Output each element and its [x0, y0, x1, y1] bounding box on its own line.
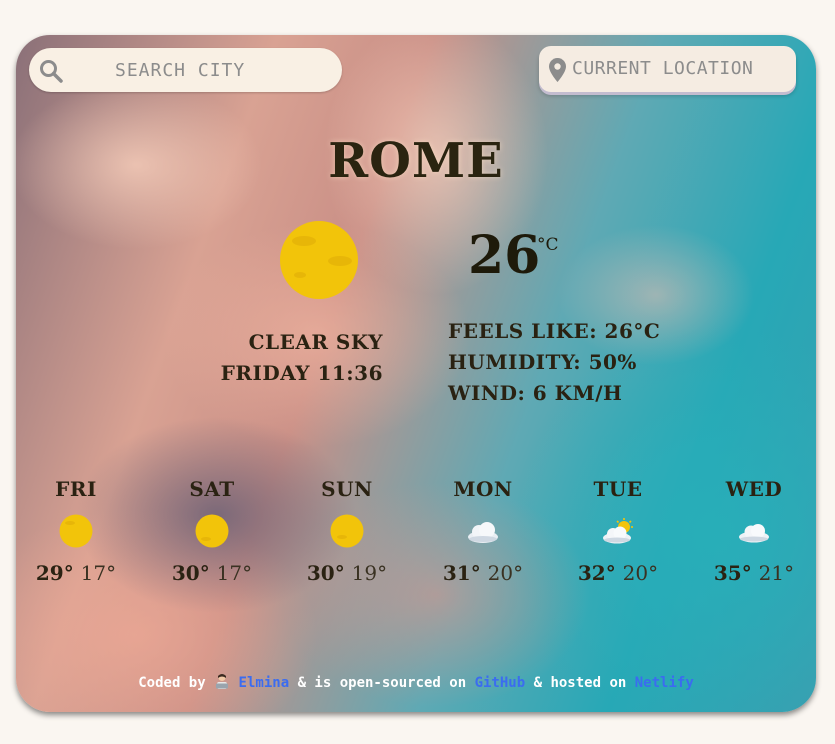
forecast-min: 17° — [80, 561, 117, 585]
location-pin-icon — [549, 58, 566, 82]
forecast-day: WED 35° 21° — [699, 477, 809, 585]
search-bar[interactable]: SEARCH CITY — [29, 48, 342, 92]
date-time: FRIDAY 11:36 — [220, 361, 383, 385]
forecast-temps: 30° 17° — [157, 561, 267, 585]
forecast-day-name: FRI — [55, 477, 97, 501]
forecast-max: 35° — [713, 561, 752, 585]
search-input[interactable]: SEARCH CITY — [115, 60, 245, 81]
sun-icon — [59, 514, 93, 548]
forecast-temps: 30° 19° — [292, 561, 402, 585]
forecast-max: 30° — [171, 561, 210, 585]
forecast-day-name: MON — [453, 477, 513, 501]
weather-summary: CLEAR SKY FRIDAY 11:36 — [221, 327, 383, 389]
sun-icon — [330, 514, 364, 548]
weather-description: CLEAR SKY — [248, 330, 383, 354]
forecast-day-name: SAT — [189, 477, 235, 501]
cloud-icon — [739, 524, 769, 543]
forecast-max: 29° — [35, 561, 74, 585]
github-link[interactable]: GitHub — [475, 675, 526, 691]
search-icon[interactable] — [39, 59, 63, 83]
city-name: ROME — [328, 133, 504, 189]
footer-suffix: & hosted on — [533, 675, 627, 691]
forecast-day-name: WED — [725, 477, 783, 501]
footer-middle: & is open-sourced on — [297, 675, 467, 691]
forecast-day: MON 31° 20° — [428, 477, 538, 585]
current-temperature: 26 — [468, 225, 541, 286]
forecast-day: SUN 30° 19° — [292, 477, 402, 585]
forecast-max: 31° — [442, 561, 481, 585]
forecast-min: 20° — [487, 561, 524, 585]
forecast-day: FRI 29° 17° — [21, 477, 131, 585]
forecast-temps: 31° 20° — [428, 561, 538, 585]
footer-prefix: Coded by — [138, 675, 206, 691]
forecast-min: 19° — [351, 561, 388, 585]
sun-behind-cloud-icon — [603, 518, 633, 544]
forecast-min: 21° — [758, 561, 795, 585]
weather-card: SEARCH CITY CURRENT LOCATION ROME 26 °C … — [16, 35, 816, 712]
forecast-temps: 29° 17° — [21, 561, 131, 585]
forecast-day-name: TUE — [593, 477, 643, 501]
temperature-unit[interactable]: °C — [537, 235, 559, 255]
forecast-min: 20° — [622, 561, 659, 585]
wind: WIND: 6 KM/H — [448, 381, 623, 405]
author-link[interactable]: Elmina — [239, 675, 290, 691]
developer-icon — [216, 674, 229, 689]
footer: Coded by Elmina & is open-sourced on Git… — [16, 673, 816, 691]
sun-icon — [280, 221, 358, 299]
feels-like: FEELS LIKE: 26°C — [448, 319, 661, 343]
forecast-min: 17° — [216, 561, 253, 585]
forecast-day: SAT 30° 17° — [157, 477, 267, 585]
forecast-temps: 32° 20° — [563, 561, 673, 585]
weather-details: FEELS LIKE: 26°C HUMIDITY: 50% WIND: 6 K… — [448, 316, 660, 409]
cloud-icon — [468, 522, 498, 543]
forecast-max: 30° — [306, 561, 345, 585]
forecast-day: TUE 32° 20° — [563, 477, 673, 585]
current-location-label: CURRENT LOCATION — [572, 58, 754, 79]
sun-icon — [195, 514, 229, 548]
current-location-button[interactable]: CURRENT LOCATION — [539, 46, 796, 92]
netlify-link[interactable]: Netlify — [635, 675, 694, 691]
humidity: HUMIDITY: 50% — [448, 350, 637, 374]
forecast-day-name: SUN — [321, 477, 373, 501]
forecast-max: 32° — [577, 561, 616, 585]
forecast-temps: 35° 21° — [699, 561, 809, 585]
